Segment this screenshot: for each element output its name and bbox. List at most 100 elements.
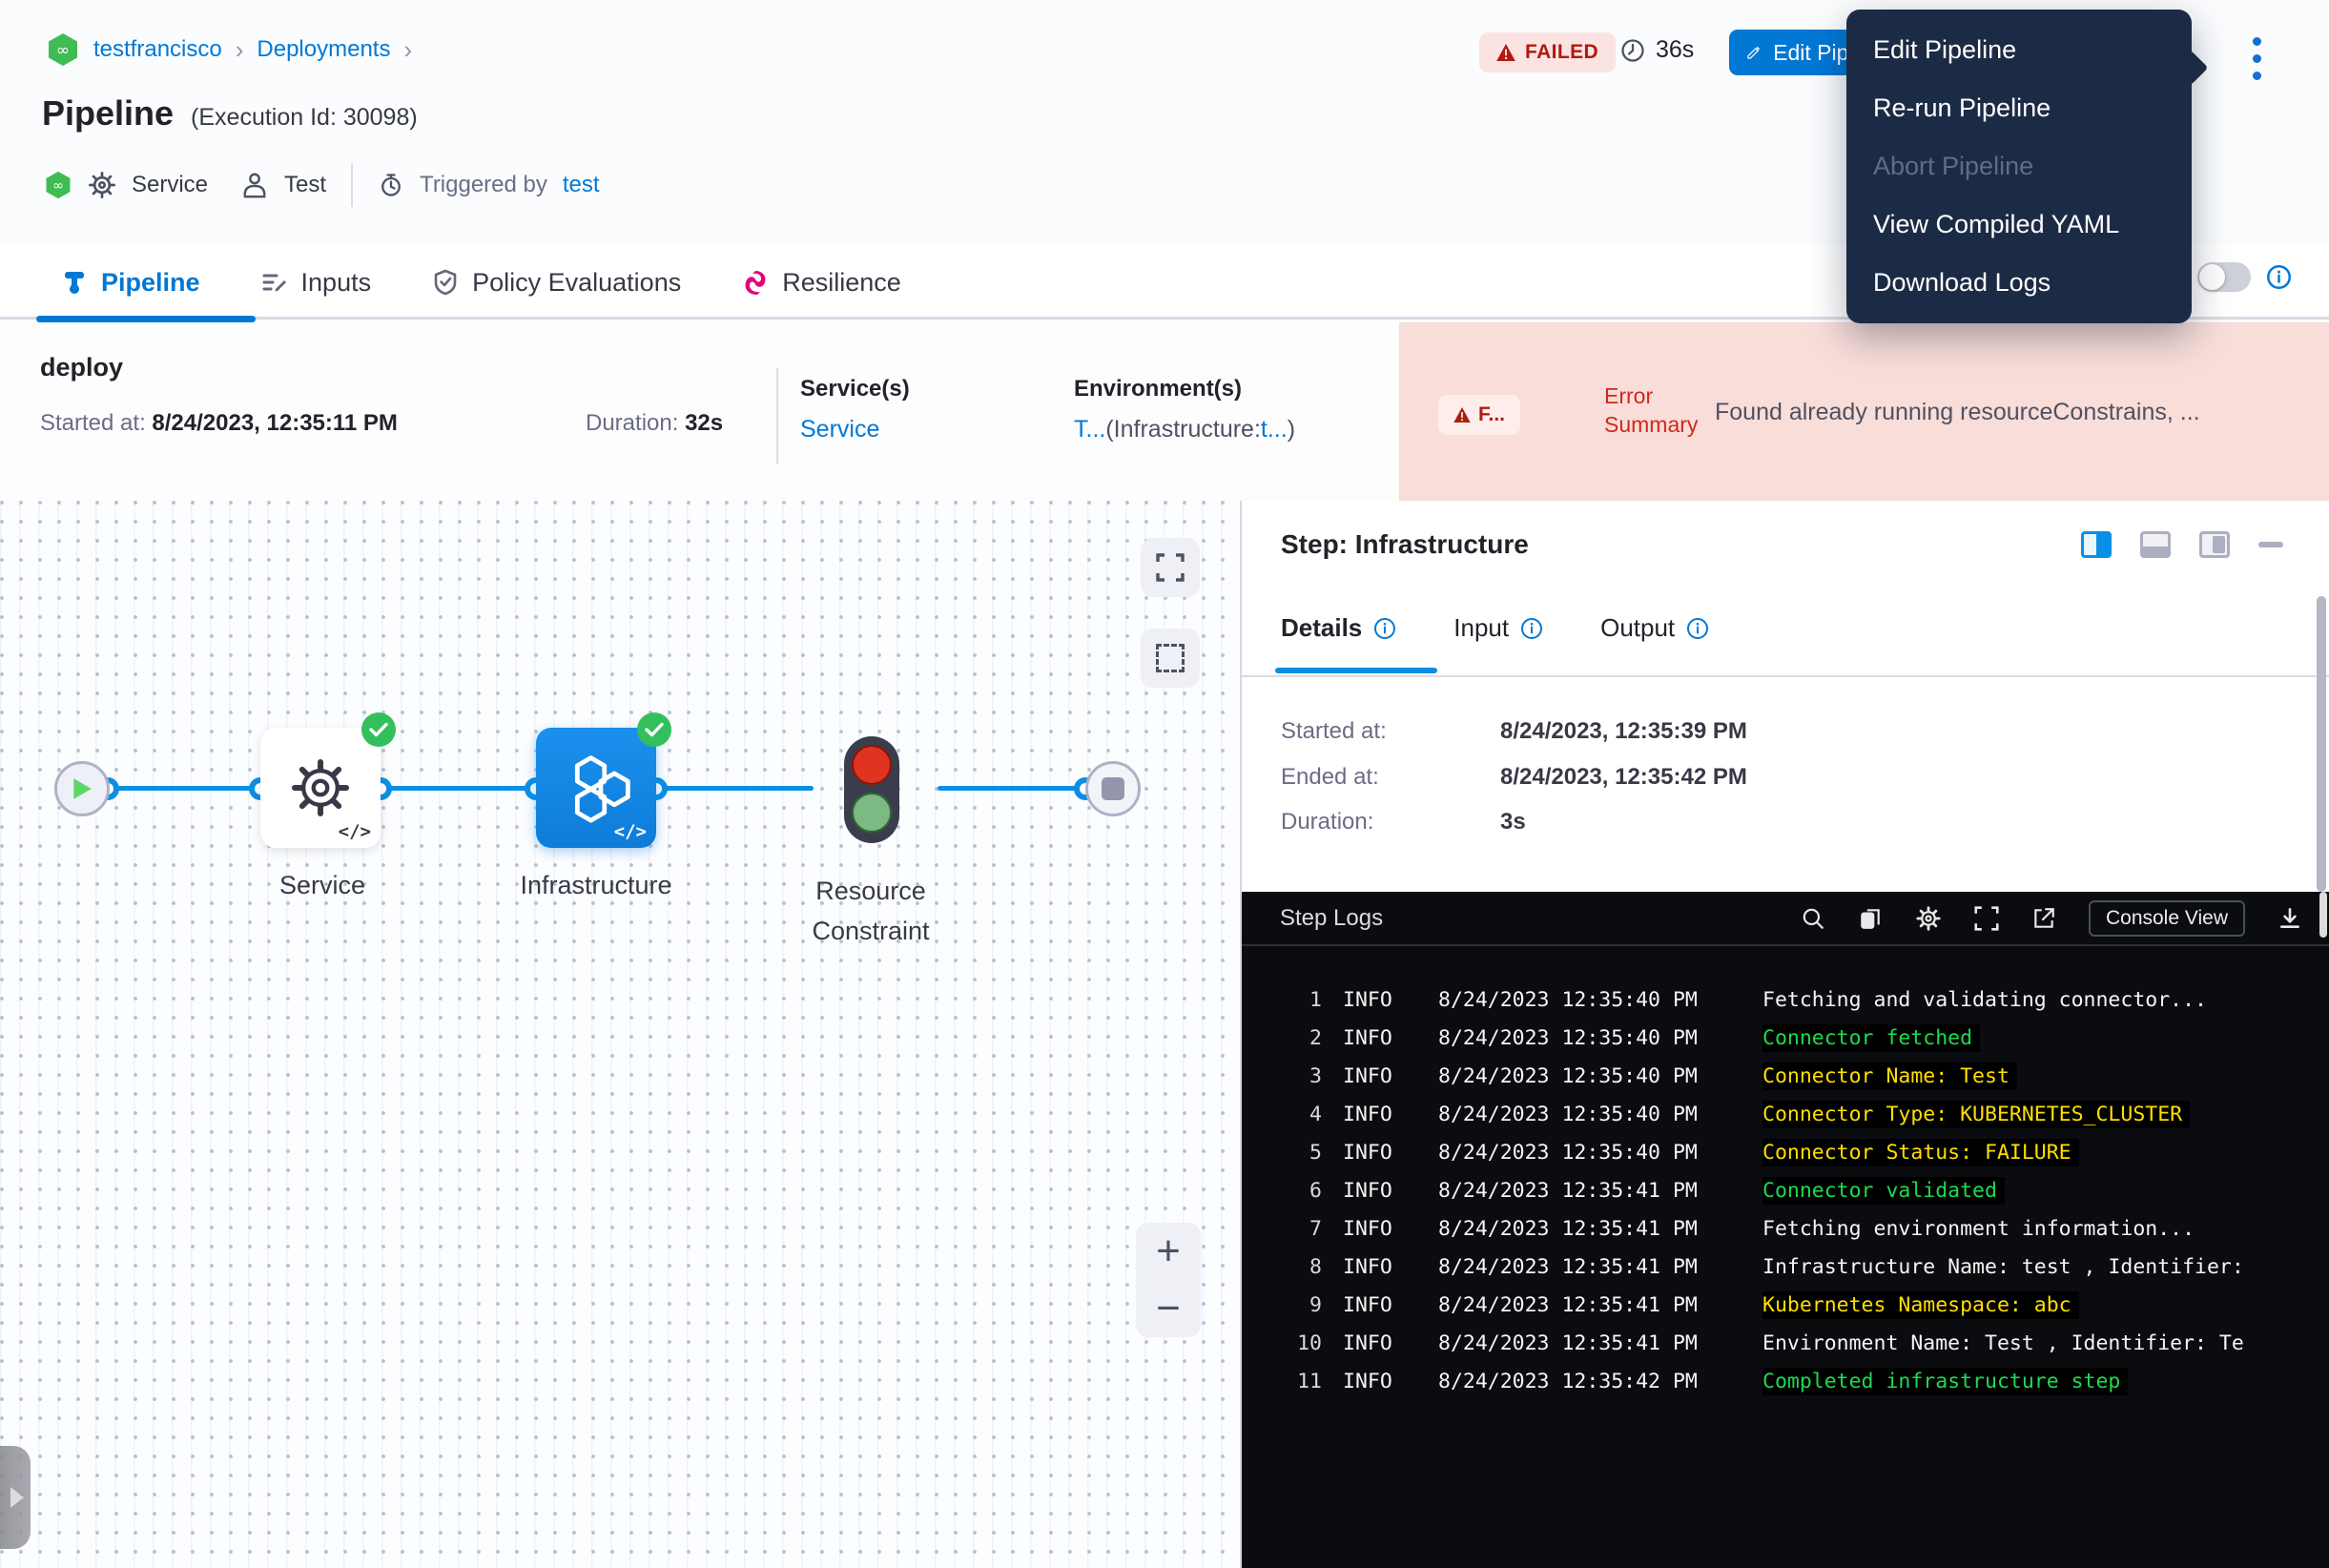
info-icon [1520, 617, 1543, 640]
minimize-panel-button[interactable] [2258, 542, 2283, 547]
layout-floating-view-button[interactable] [2199, 531, 2230, 558]
check-icon [645, 722, 664, 737]
console-scrollbar[interactable] [2319, 892, 2327, 938]
log-fullscreen-icon[interactable] [1974, 906, 1999, 931]
breadcrumb-deployments-link[interactable]: Deployments [257, 36, 390, 63]
log-row: 10INFO8/24/2023 12:35:41 PMEnvironment N… [1242, 1324, 2329, 1362]
zoom-in-button[interactable]: + [1156, 1232, 1181, 1270]
active-detail-tab-underline [1275, 668, 1437, 673]
stage-duration: Duration: 32s [586, 410, 723, 437]
propagate-name-label[interactable]: Test [284, 172, 326, 198]
service-link[interactable]: Service [800, 416, 879, 443]
triggered-by-user-link[interactable]: test [563, 172, 600, 198]
detail-ended-at: Ended at:8/24/2023, 12:35:42 PM [1281, 764, 1747, 791]
edge-infrastructure-constraint [656, 786, 814, 791]
edge-service-infrastructure [381, 786, 536, 791]
more-options-button[interactable] [2237, 29, 2276, 88]
tab-inputs[interactable]: Inputs [261, 245, 372, 320]
tab-policy-evaluations[interactable]: Policy Evaluations [432, 245, 681, 320]
triggered-by-label: Triggered by [420, 172, 547, 198]
inputs-tab-icon [261, 269, 288, 296]
tab-pipeline[interactable]: Pipeline [61, 245, 200, 320]
detail-duration: Duration:3s [1281, 809, 1526, 836]
pipeline-canvas[interactable]: </> Service </> Infrastructure ResourceC… [0, 501, 1242, 1568]
left-drawer-handle[interactable] [0, 1446, 31, 1549]
tab-pipeline-label: Pipeline [101, 268, 200, 298]
fullscreen-icon [1156, 553, 1185, 582]
stage-summary-band: deploy Started at: 8/24/2023, 12:35:11 P… [0, 322, 2329, 501]
service-name-label[interactable]: Service [132, 172, 208, 198]
harness-cd-icon: ∞ [46, 32, 80, 67]
edge-constraint-end [938, 786, 1090, 791]
layout-right-view-button[interactable] [2081, 531, 2112, 558]
traffic-light-red [852, 745, 892, 785]
tab-input[interactable]: Input [1453, 613, 1543, 643]
menu-item-view-compiled-yaml[interactable]: View Compiled YAML [1846, 196, 2192, 254]
clock-icon [1619, 37, 1646, 64]
service-code-chip: </> [339, 821, 371, 842]
tab-input-label: Input [1453, 613, 1509, 643]
log-download-icon[interactable] [2277, 906, 2302, 931]
error-summary-message[interactable]: Found already running resourceConstrains… [1715, 399, 2301, 426]
stage-error-badge: F... [1438, 395, 1520, 435]
detail-started-at: Started at:8/24/2023, 12:35:39 PM [1281, 718, 1747, 745]
chevron-right-icon [10, 1487, 24, 1508]
environment-value[interactable]: T...(Infrastructure:t...) [1074, 416, 1295, 444]
view-toggle[interactable] [2197, 262, 2251, 292]
log-row: 2INFO8/24/2023 12:35:40 PMConnector fetc… [1242, 1019, 2329, 1057]
node-resource-constraint-label: ResourceConstraint [775, 871, 966, 951]
tab-resilience[interactable]: Resilience [742, 245, 901, 320]
marquee-selection-icon [1156, 644, 1185, 672]
infrastructure-code-chip: </> [614, 821, 647, 842]
breadcrumb: ∞ testfrancisco › Deployments › [46, 32, 412, 67]
pipeline-tab-icon [61, 269, 88, 296]
tab-inputs-label: Inputs [301, 268, 372, 298]
node-service[interactable]: </> [260, 728, 381, 848]
tab-output[interactable]: Output [1600, 613, 1709, 643]
log-row: 1INFO8/24/2023 12:35:40 PMFetching and v… [1242, 980, 2329, 1019]
canvas-select-button[interactable] [1141, 629, 1200, 688]
tab-details-label: Details [1281, 613, 1362, 643]
zoom-out-button[interactable]: − [1156, 1289, 1181, 1328]
stopwatch-icon [378, 172, 404, 198]
step-panel-title: Step: Infrastructure [1281, 529, 1529, 560]
start-node[interactable] [54, 761, 110, 816]
info-icon [1373, 617, 1396, 640]
stop-square-icon [1102, 777, 1124, 800]
node-resource-constraint[interactable] [844, 736, 899, 843]
environments-label: Environment(s) [1074, 376, 1295, 402]
total-duration: 36s [1656, 36, 1694, 64]
panel-divider [1242, 675, 2329, 677]
console-view-button[interactable]: Console View [2089, 900, 2245, 937]
page-title: Pipeline [42, 93, 174, 134]
menu-item-edit-pipeline[interactable]: Edit Pipeline [1846, 21, 2192, 79]
node-infrastructure[interactable]: </> [536, 728, 656, 848]
layout-bottom-view-button[interactable] [2140, 531, 2171, 558]
breadcrumb-project-link[interactable]: testfrancisco [93, 36, 222, 63]
canvas-fullscreen-button[interactable] [1141, 538, 1200, 597]
edge-start-service [108, 786, 260, 791]
meta-divider [351, 163, 353, 207]
log-row: 4INFO8/24/2023 12:35:40 PMConnector Type… [1242, 1095, 2329, 1133]
menu-item-rerun-pipeline[interactable]: Re-run Pipeline [1846, 79, 2192, 137]
panel-scrollbar[interactable] [2317, 596, 2326, 892]
environments-block: Environment(s) T...(Infrastructure:t...) [1074, 376, 1295, 444]
end-node[interactable] [1085, 761, 1141, 816]
log-search-icon[interactable] [1801, 906, 1825, 931]
log-settings-icon[interactable] [1915, 905, 1942, 932]
tab-details[interactable]: Details [1281, 613, 1396, 643]
log-copy-icon[interactable] [1858, 906, 1883, 931]
step-details-panel: Step: Infrastructure Details Input Outpu… [1242, 501, 2329, 1568]
log-open-external-icon[interactable] [2031, 906, 2056, 931]
warning-triangle-icon [1496, 44, 1515, 61]
log-lines[interactable]: 1INFO8/24/2023 12:35:40 PMFetching and v… [1242, 946, 2329, 1400]
stage-name[interactable]: deploy [40, 353, 123, 382]
info-icon[interactable] [2266, 264, 2292, 290]
log-row: 3INFO8/24/2023 12:35:40 PMConnector Name… [1242, 1057, 2329, 1095]
canvas-zoom-panel: + − [1136, 1223, 1201, 1337]
menu-item-download-logs[interactable]: Download Logs [1846, 254, 2192, 312]
hexagons-icon [557, 749, 635, 827]
status-text: FAILED [1525, 41, 1598, 64]
check-icon [369, 722, 388, 737]
status-badge: FAILED [1479, 32, 1616, 72]
